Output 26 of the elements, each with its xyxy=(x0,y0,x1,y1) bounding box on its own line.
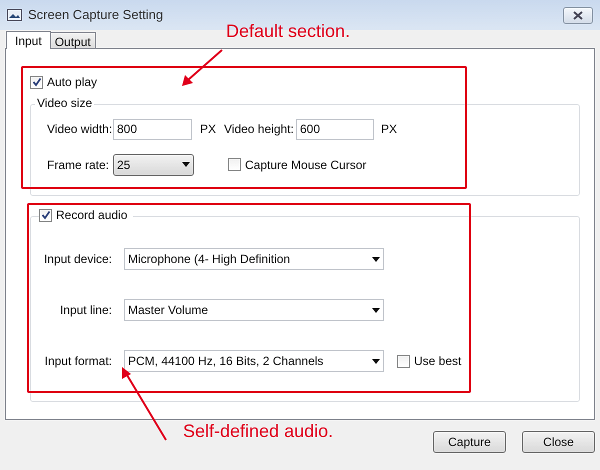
tab[interactable]: Output xyxy=(50,32,96,48)
dialog-button[interactable]: Close xyxy=(522,431,595,453)
dialog-button[interactable]: Capture xyxy=(433,431,506,453)
field-label: Input line: xyxy=(58,302,112,319)
checkbox-label: Capture Mouse Cursor xyxy=(245,156,366,174)
dropdown[interactable]: PCM, 44100 Hz, 16 Bits, 2 Channels xyxy=(124,350,384,372)
input-field[interactable]: 800 xyxy=(113,118,192,140)
dropdown[interactable]: Microphone (4- High Definition xyxy=(124,248,384,270)
window-title: Screen Capture Setting xyxy=(28,6,164,24)
checkbox-label: Auto play xyxy=(47,74,98,91)
annotation-text: Self-defined audio. xyxy=(183,420,334,442)
group-title: Video size xyxy=(35,96,94,110)
unit-label: PX xyxy=(381,121,398,138)
field-label: Video width: xyxy=(47,121,113,138)
annotation-text: Default section. xyxy=(226,20,350,42)
checkbox-label: Record audio xyxy=(56,207,128,224)
dropdown[interactable]: Master Volume xyxy=(124,299,384,321)
input-field[interactable]: 600 xyxy=(296,118,374,140)
field-label: Input device: xyxy=(42,251,112,268)
field-label: Video height: xyxy=(224,121,295,138)
checkbox-label: Use best xyxy=(414,353,462,370)
tab[interactable]: Input xyxy=(6,31,51,49)
field-label: Frame rate: xyxy=(47,156,110,174)
frame-rate-dropdown[interactable]: 25 xyxy=(113,154,194,176)
unit-label: PX xyxy=(200,121,218,138)
field-label: Input format: xyxy=(44,353,112,370)
